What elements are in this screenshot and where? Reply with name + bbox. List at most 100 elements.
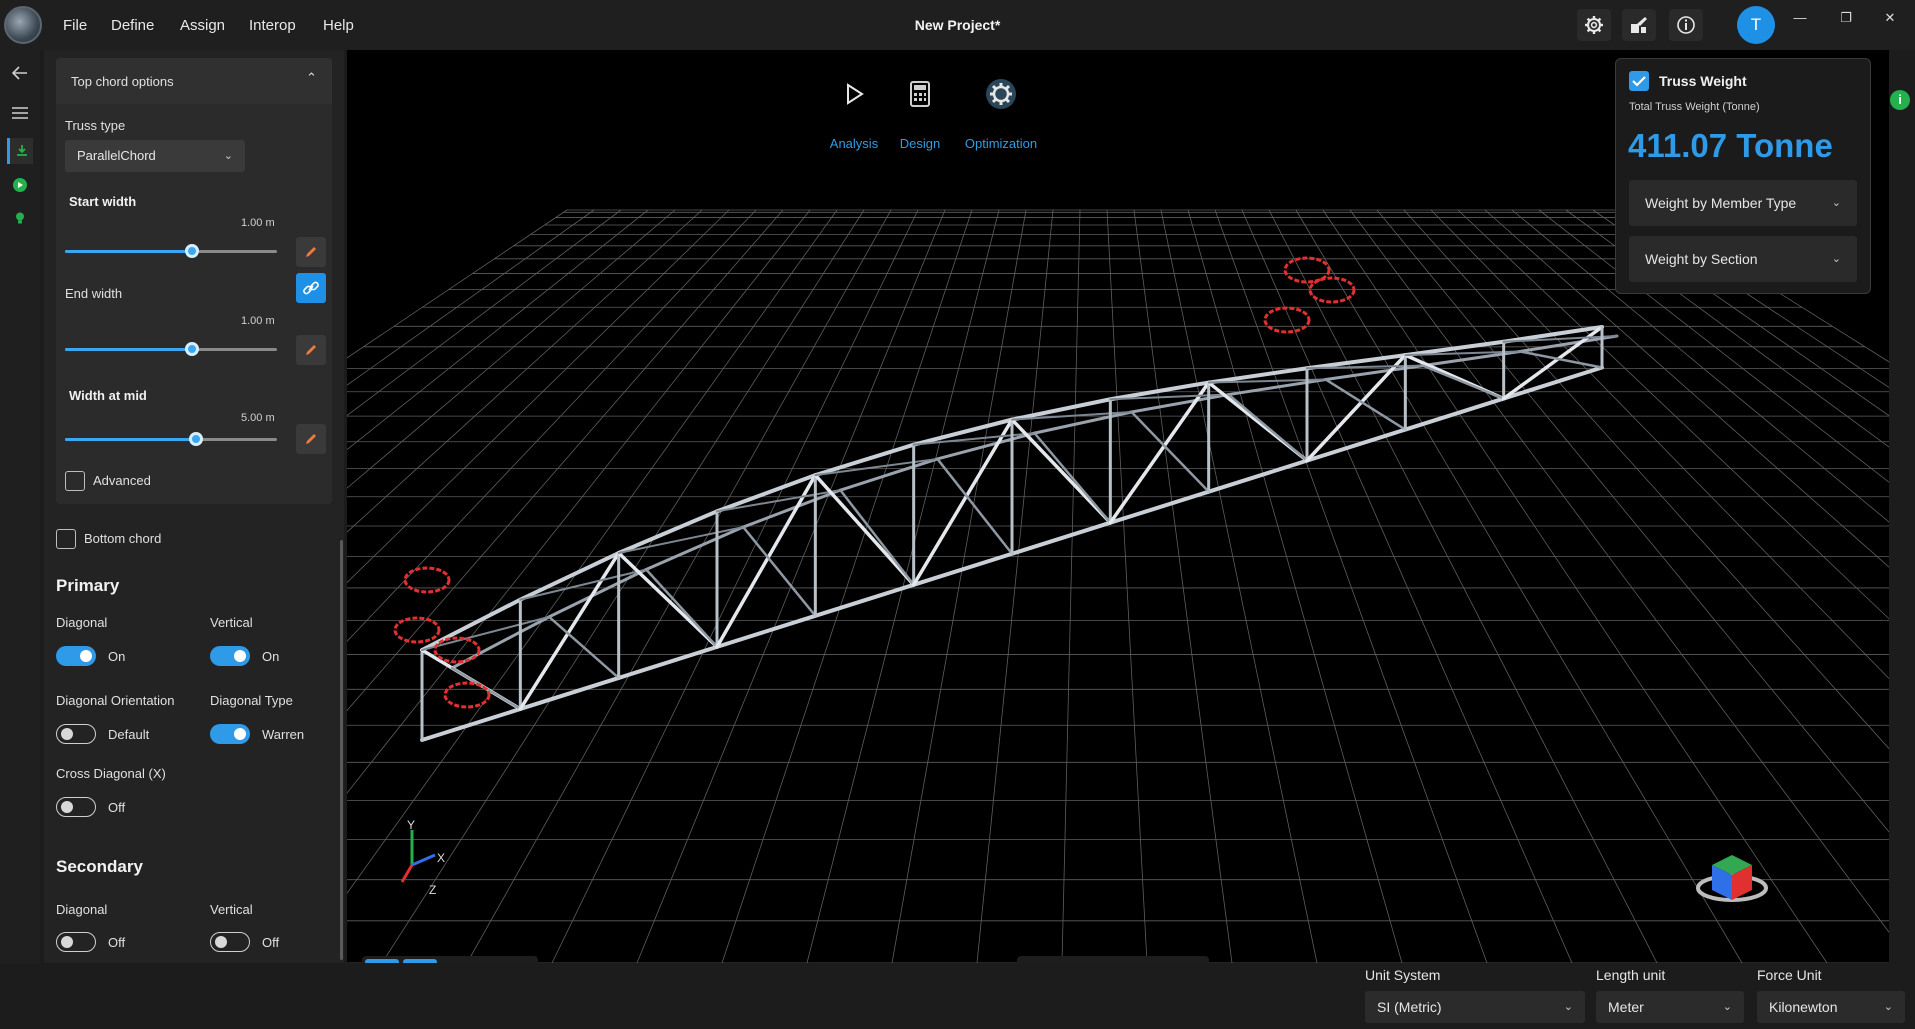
restore-button[interactable]: ❐	[1826, 6, 1866, 30]
bottom-chord-label: Bottom chord	[84, 531, 162, 546]
lateral-brace	[814, 457, 939, 477]
info-badge-icon[interactable]: i	[1890, 90, 1910, 110]
x-axis-line	[411, 853, 436, 867]
share-button[interactable]	[1622, 9, 1656, 41]
grid-line	[1511, 209, 1889, 523]
secondary-vertical-toggle[interactable]	[210, 932, 250, 952]
optimization-label: Optimization	[964, 136, 1038, 151]
bottom-chord-member	[1010, 520, 1113, 556]
grid-line	[551, 209, 919, 963]
toggle-knob	[234, 728, 246, 740]
unit-system-select[interactable]: SI (Metric) ⌄	[1365, 991, 1585, 1023]
menu-help[interactable]: Help	[323, 17, 354, 34]
about-button[interactable]	[1669, 9, 1703, 41]
truss-weight-checkbox[interactable]	[1629, 71, 1649, 91]
grid-line	[1430, 209, 1889, 680]
cross-diagonal-toggle[interactable]	[56, 797, 96, 817]
mid-width-edit-button[interactable]	[296, 424, 326, 454]
truss-type-label: Truss type	[65, 118, 126, 133]
lateral-brace	[519, 568, 648, 601]
diag-orientation-toggle[interactable]	[56, 724, 96, 744]
start-width-slider[interactable]	[185, 244, 200, 258]
play-icon	[847, 83, 864, 105]
back-button[interactable]	[7, 60, 33, 86]
length-unit-select[interactable]: Meter ⌄	[1596, 991, 1744, 1023]
grid-line	[976, 209, 1054, 963]
weight-by-section-label: Weight by Section	[1645, 251, 1758, 267]
user-avatar[interactable]: T	[1737, 6, 1775, 44]
x-axis-label: X	[437, 851, 445, 865]
link-widths-button[interactable]	[296, 273, 326, 303]
chevron-down-icon: ⌄	[223, 150, 233, 162]
start-width-fill	[65, 250, 193, 253]
cross-diagonal-label: Cross Diagonal (X)	[56, 766, 166, 781]
grid-line	[1592, 209, 1889, 417]
support-rotation-marker	[1263, 306, 1311, 334]
toggle-knob	[215, 936, 227, 948]
rail-run-button[interactable]	[7, 172, 33, 198]
force-unit-select[interactable]: Kilonewton ⌄	[1757, 991, 1905, 1023]
bottom-chord-member	[420, 706, 523, 742]
close-button[interactable]: ✕	[1870, 6, 1910, 30]
grid-line	[1565, 209, 1889, 448]
grid-line	[1349, 209, 1889, 933]
diag-type-toggle[interactable]	[210, 724, 250, 744]
top-chord-header[interactable]: Top chord options ⌃	[56, 58, 332, 104]
y-axis-label: Y	[407, 818, 415, 832]
rail-light-button[interactable]	[7, 205, 33, 231]
title-bar: File Define Assign Interop Help New Proj…	[0, 0, 1915, 50]
chevron-down-icon: ⌄	[1883, 1001, 1893, 1013]
truss-type-select[interactable]: ParallelChord ⌄	[65, 140, 245, 172]
optimization-mode-button[interactable]: Optimization	[956, 70, 1046, 151]
z-axis-label: Z	[429, 883, 436, 897]
bottom-chord-member	[1403, 396, 1506, 432]
end-width-slider[interactable]	[185, 342, 200, 356]
left-rail	[0, 50, 40, 1029]
grid-line	[1619, 209, 1889, 388]
advanced-checkbox[interactable]	[65, 471, 85, 491]
design-mode-button[interactable]: Design	[875, 70, 965, 151]
menu-assign[interactable]: Assign	[180, 17, 225, 34]
bottom-chord-member	[1206, 458, 1309, 494]
menu-file[interactable]: File	[63, 17, 87, 34]
chevron-down-icon: ⌄	[1831, 197, 1841, 209]
weight-by-member-type-dropdown[interactable]: Weight by Member Type ⌄	[1629, 180, 1857, 226]
app-logo[interactable]	[4, 6, 42, 44]
end-width-edit-button[interactable]	[296, 335, 326, 365]
menu-define[interactable]: Define	[111, 17, 154, 34]
primary-vertical-toggle[interactable]	[210, 646, 250, 666]
panel-scrollbar[interactable]	[340, 540, 343, 960]
menu-interop[interactable]: Interop	[249, 17, 296, 34]
primary-diagonal-toggle[interactable]	[56, 646, 96, 666]
lateral-brace	[617, 526, 745, 555]
bulb-icon	[16, 212, 24, 224]
weight-by-section-dropdown[interactable]: Weight by Section ⌄	[1629, 236, 1857, 282]
bottom-chord-checkbox[interactable]	[56, 529, 76, 549]
view-cube[interactable]	[1696, 855, 1768, 902]
grid-line	[347, 209, 838, 894]
chevron-up-icon: ⌃	[306, 70, 317, 85]
grid-line	[1646, 209, 1889, 363]
mid-width-slider[interactable]	[189, 432, 204, 446]
truss-weight-title: Truss Weight	[1659, 73, 1747, 89]
primary-diagonal-label: Diagonal	[56, 615, 108, 630]
menu-toggle-button[interactable]	[7, 100, 33, 126]
top-chord-card: Top chord options ⌃ Truss type ParallelC…	[56, 58, 332, 504]
end-width-value: 1.00 m	[241, 315, 275, 327]
rail-model-button[interactable]	[7, 138, 33, 164]
settings-button[interactable]	[1577, 9, 1611, 41]
unit-system-label: Unit System	[1365, 967, 1441, 983]
properties-panel: Top chord options ⌃ Truss type ParallelC…	[44, 50, 344, 963]
grid-line	[1214, 209, 1488, 963]
truss-weight-card: Truss Weight Total Truss Weight (Tonne) …	[1615, 58, 1871, 294]
grid-line	[1295, 209, 1743, 963]
secondary-diagonal-label: Diagonal	[56, 902, 108, 917]
start-width-edit-button[interactable]	[296, 237, 326, 267]
secondary-diagonal-toggle[interactable]	[56, 932, 96, 952]
weight-by-member-type-label: Weight by Member Type	[1645, 195, 1797, 211]
diagonal-member	[839, 488, 915, 587]
minimize-button[interactable]: —	[1780, 6, 1820, 30]
grid-line	[1538, 209, 1889, 483]
bottom-chord-member	[616, 644, 719, 680]
top-chord-member	[616, 509, 719, 556]
